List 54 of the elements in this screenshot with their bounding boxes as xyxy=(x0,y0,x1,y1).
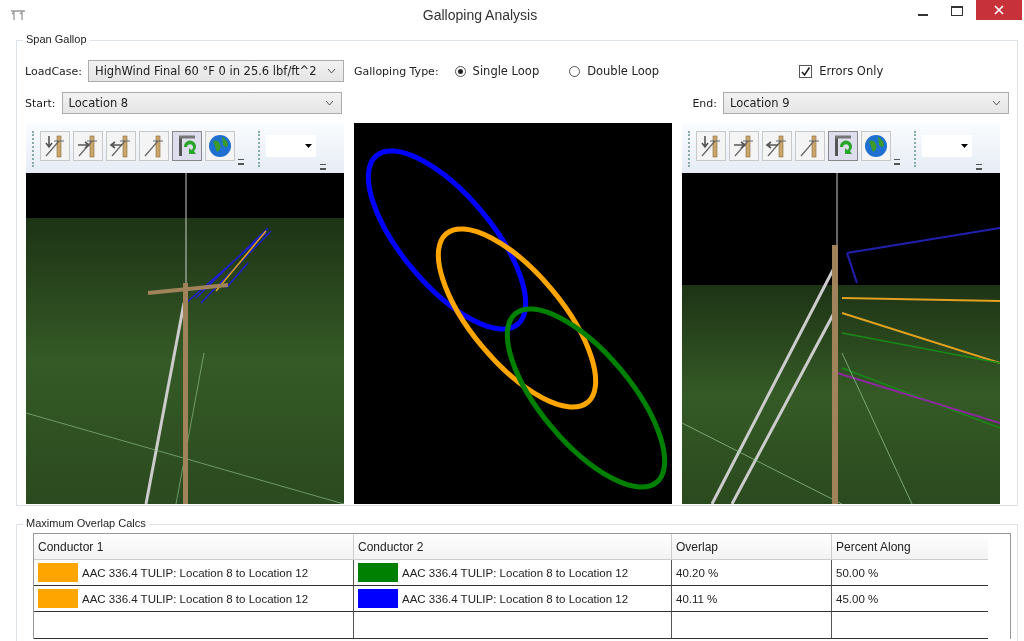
column-header[interactable]: Overlap xyxy=(672,534,832,560)
field-label: Start: xyxy=(25,96,56,110)
caret-icon xyxy=(993,101,1000,105)
caret-icon xyxy=(325,101,333,105)
caret-icon xyxy=(328,69,335,73)
column-header[interactable]: Conductor 1 xyxy=(34,534,354,560)
window-title: Galloping Analysis xyxy=(421,7,539,23)
table-cell: AAC 336.4 TULIP: Location 8 to Location 12 xyxy=(402,592,629,605)
caret-icon xyxy=(961,144,968,148)
group-title: Span Gallop xyxy=(23,33,90,45)
checkmark-icon xyxy=(800,65,812,77)
pole-icon[interactable] xyxy=(40,131,70,161)
dropdown[interactable]: Location 8 xyxy=(61,92,342,114)
group-title: Maximum Overlap Calcs xyxy=(23,517,149,529)
pole-icon[interactable] xyxy=(139,131,169,161)
pole-icon[interactable] xyxy=(106,131,136,161)
rotate-view-icon[interactable] xyxy=(172,131,202,161)
toolbar-grip xyxy=(32,131,36,167)
radio-button[interactable]: Double Loop xyxy=(569,64,660,78)
pole-icon[interactable] xyxy=(696,131,726,161)
toolbar-grip xyxy=(258,131,262,167)
globe-icon[interactable] xyxy=(205,131,235,161)
overflow-icon[interactable] xyxy=(320,164,326,170)
pole-icon[interactable] xyxy=(795,131,825,161)
field-label: Galloping Type: xyxy=(354,64,439,78)
dropdown[interactable]: Location 9 xyxy=(723,92,1009,114)
maximize-icon xyxy=(951,6,963,16)
checkbox[interactable]: Errors Only xyxy=(799,64,884,78)
pole-icon[interactable] xyxy=(729,131,759,161)
pole-icon[interactable] xyxy=(73,131,103,161)
toolbar-grip xyxy=(688,131,692,167)
table-cell: 50.00 % xyxy=(832,560,988,586)
dropdown[interactable]: HighWind Final 60 °F 0 in 25.6 lbf/ft^2 xyxy=(88,60,344,82)
field-label: LoadCase: xyxy=(25,64,82,78)
table-cell: AAC 336.4 TULIP: Location 8 to Location 12 xyxy=(402,566,629,579)
table-cell: AAC 336.4 TULIP: Location 8 to Location 12 xyxy=(82,592,309,605)
table-cell: 40.20 % xyxy=(672,560,832,586)
field-label: End: xyxy=(692,96,717,110)
overflow-icon[interactable] xyxy=(976,164,982,170)
minimize-icon xyxy=(918,14,928,16)
table-cell: 45.00 % xyxy=(832,586,988,612)
overflow-icon[interactable] xyxy=(894,159,900,165)
radio-button[interactable]: Single Loop xyxy=(454,64,540,78)
table-cell: AAC 336.4 TULIP: Location 8 to Location 12 xyxy=(82,566,309,579)
overflow-icon[interactable] xyxy=(238,159,244,165)
table-cell: 40.11 % xyxy=(672,586,832,612)
app-icon xyxy=(10,9,26,21)
caret-icon xyxy=(305,144,312,148)
close-icon xyxy=(994,5,1004,15)
pole-icon[interactable] xyxy=(762,131,792,161)
rotate-view-icon[interactable] xyxy=(828,131,858,161)
toolbar-grip xyxy=(914,131,918,167)
globe-icon[interactable] xyxy=(861,131,891,161)
column-header[interactable]: Conductor 2 xyxy=(354,534,672,560)
